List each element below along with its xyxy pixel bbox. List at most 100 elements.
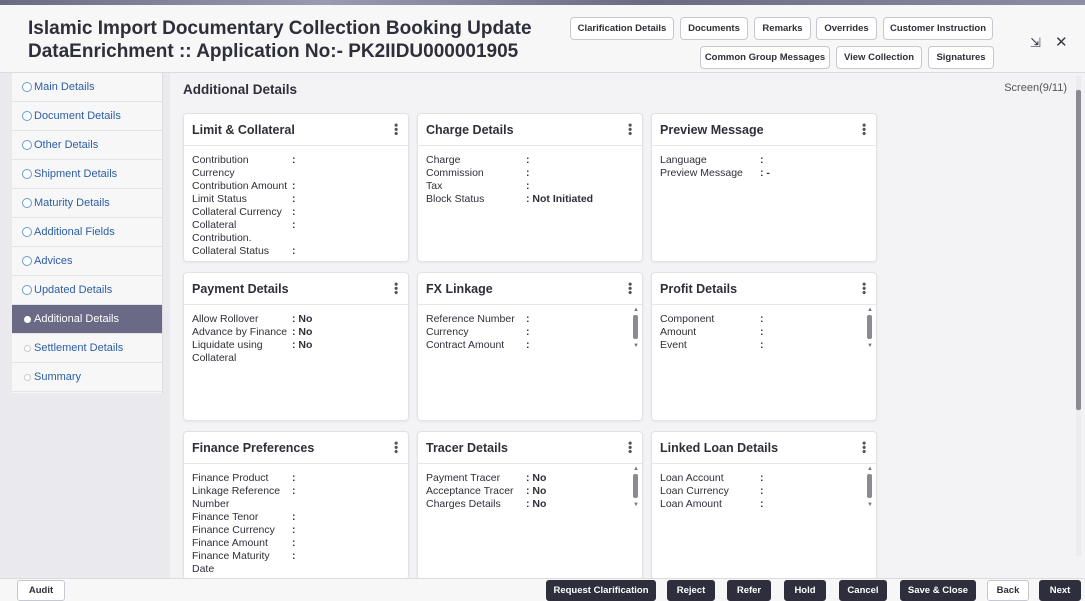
field-value bbox=[290, 485, 296, 511]
field-label: Preview Message bbox=[660, 167, 743, 179]
field-label: Reference Number bbox=[426, 313, 515, 325]
audit-button[interactable]: Audit bbox=[17, 580, 65, 601]
field-value bbox=[758, 498, 764, 511]
sidebar-item-additional-details[interactable]: Additional Details bbox=[12, 305, 162, 334]
kebab-menu-icon[interactable]: ••• bbox=[389, 123, 403, 136]
sidebar-item-label: Updated Details bbox=[34, 284, 113, 296]
sidebar-item-document-details[interactable]: Document Details bbox=[12, 102, 162, 131]
kebab-menu-icon[interactable]: ••• bbox=[857, 282, 871, 295]
kebab-menu-icon[interactable]: ••• bbox=[389, 282, 403, 295]
field-value: Not Initiated bbox=[524, 193, 593, 206]
sidebar-item-summary[interactable]: Summary bbox=[12, 363, 162, 392]
preview-message-card: Preview Message ••• Language Preview Mes… bbox=[651, 113, 877, 262]
sidebar-item-maturity-details[interactable]: Maturity Details bbox=[12, 189, 162, 218]
field-label: Currency bbox=[426, 326, 469, 338]
cancel-button[interactable]: Cancel bbox=[839, 580, 887, 601]
sidebar-item-advices[interactable]: Advices bbox=[12, 247, 162, 276]
profit-details-card: Profit Details ••• Component Amount Even… bbox=[651, 272, 877, 421]
kebab-menu-icon[interactable]: ••• bbox=[623, 282, 637, 295]
field-value bbox=[290, 472, 296, 485]
field-label: Finance Currency bbox=[192, 524, 275, 536]
card-scrollbar[interactable]: ▲ ▼ bbox=[633, 307, 639, 349]
sidebar-item-shipment-details[interactable]: Shipment Details bbox=[12, 160, 162, 189]
card-scrollbar[interactable]: ▲ ▼ bbox=[867, 307, 873, 349]
field-value bbox=[524, 167, 530, 180]
card-scrollbar[interactable]: ▲ ▼ bbox=[633, 466, 639, 508]
scroll-up-icon[interactable]: ▲ bbox=[633, 307, 639, 313]
step-active-icon bbox=[24, 316, 31, 323]
refer-button[interactable]: Refer bbox=[727, 580, 771, 601]
scroll-down-icon[interactable]: ▼ bbox=[867, 343, 873, 349]
overrides-button[interactable]: Overrides bbox=[816, 17, 877, 40]
kebab-menu-icon[interactable]: ••• bbox=[389, 441, 403, 454]
scroll-up-icon[interactable]: ▲ bbox=[867, 307, 873, 313]
kebab-menu-icon[interactable]: ••• bbox=[857, 441, 871, 454]
field-label: Limit Status bbox=[192, 193, 247, 205]
scroll-down-icon[interactable]: ▼ bbox=[633, 343, 639, 349]
field-label: Advance by Finance bbox=[192, 326, 288, 338]
card-title: Payment Details bbox=[192, 281, 289, 296]
scroll-down-icon[interactable]: ▼ bbox=[633, 502, 639, 508]
field-label: Finance Tenor bbox=[192, 511, 259, 523]
field-value bbox=[758, 485, 764, 498]
collapse-icon[interactable]: ⇲ bbox=[1030, 35, 1041, 51]
sidebar-item-main-details[interactable]: Main Details bbox=[12, 73, 162, 102]
step-done-icon bbox=[22, 227, 32, 237]
signatures-button[interactable]: Signatures bbox=[928, 46, 994, 69]
kebab-menu-icon[interactable]: ••• bbox=[623, 441, 637, 454]
scroll-up-icon[interactable]: ▲ bbox=[867, 466, 873, 472]
main-content: Additional Details Screen(9/11) Limit & … bbox=[170, 73, 1085, 578]
sidebar-item-updated-details[interactable]: Updated Details bbox=[12, 276, 162, 305]
scroll-thumb[interactable] bbox=[633, 315, 638, 339]
documents-button[interactable]: Documents bbox=[680, 17, 748, 40]
scroll-thumb[interactable] bbox=[867, 474, 872, 498]
field-value: - bbox=[758, 167, 770, 180]
hold-button[interactable]: Hold bbox=[784, 580, 826, 601]
scroll-thumb[interactable] bbox=[867, 315, 872, 339]
clarification-details-button[interactable]: Clarification Details bbox=[570, 17, 674, 40]
card-scrollbar[interactable]: ▲ ▼ bbox=[867, 466, 873, 508]
next-button[interactable]: Next bbox=[1039, 580, 1081, 601]
step-done-icon bbox=[22, 198, 32, 208]
finance-preferences-card: Finance Preferences ••• Finance Product … bbox=[183, 431, 409, 578]
sidebar-item-other-details[interactable]: Other Details bbox=[12, 131, 162, 160]
save-close-button[interactable]: Save & Close bbox=[900, 580, 976, 601]
field-value bbox=[524, 326, 530, 339]
scroll-up-icon[interactable]: ▲ bbox=[633, 466, 639, 472]
scroll-down-icon[interactable]: ▼ bbox=[867, 502, 873, 508]
field-value bbox=[758, 326, 764, 339]
page-scrollbar-thumb[interactable] bbox=[1076, 90, 1081, 410]
remarks-button[interactable]: Remarks bbox=[754, 17, 811, 40]
close-icon[interactable]: ✕ bbox=[1055, 33, 1068, 51]
back-button[interactable]: Back bbox=[987, 580, 1029, 601]
common-group-messages-button[interactable]: Common Group Messages bbox=[700, 46, 830, 69]
view-collection-button[interactable]: View Collection bbox=[836, 46, 922, 69]
field-value bbox=[524, 339, 530, 352]
step-done-icon bbox=[22, 256, 32, 266]
field-value bbox=[290, 180, 296, 193]
field-label: Finance Amount bbox=[192, 537, 268, 549]
reject-button[interactable]: Reject bbox=[667, 580, 715, 601]
sidebar-item-settlement-details[interactable]: Settlement Details bbox=[12, 334, 162, 363]
field-value: No bbox=[524, 485, 546, 498]
scroll-thumb[interactable] bbox=[633, 474, 638, 498]
field-label: Charges Details bbox=[426, 498, 501, 510]
field-value bbox=[290, 537, 296, 550]
sidebar-item-additional-fields[interactable]: Additional Fields bbox=[12, 218, 162, 247]
request-clarification-button[interactable]: Request Clarification bbox=[546, 580, 656, 601]
step-done-icon bbox=[22, 169, 32, 179]
sidebar-item-label: Settlement Details bbox=[34, 342, 124, 354]
step-done-icon bbox=[22, 111, 32, 121]
kebab-menu-icon[interactable]: ••• bbox=[623, 123, 637, 136]
step-pending-icon bbox=[24, 345, 31, 352]
field-value: No bbox=[290, 339, 312, 365]
field-label: Finance Product bbox=[192, 472, 269, 484]
customer-instruction-button[interactable]: Customer Instruction bbox=[883, 17, 993, 40]
payment-details-card: Payment Details ••• Allow Rollover No Adv… bbox=[183, 272, 409, 421]
field-value bbox=[290, 245, 296, 258]
sidebar-item-label: Additional Details bbox=[34, 313, 119, 325]
charge-details-card: Charge Details ••• Charge Commission Tax… bbox=[417, 113, 643, 262]
sidebar-item-label: Shipment Details bbox=[34, 168, 118, 180]
kebab-menu-icon[interactable]: ••• bbox=[857, 123, 871, 136]
limit-collateral-card: Limit & Collateral ••• Contribution Curr… bbox=[183, 113, 409, 262]
